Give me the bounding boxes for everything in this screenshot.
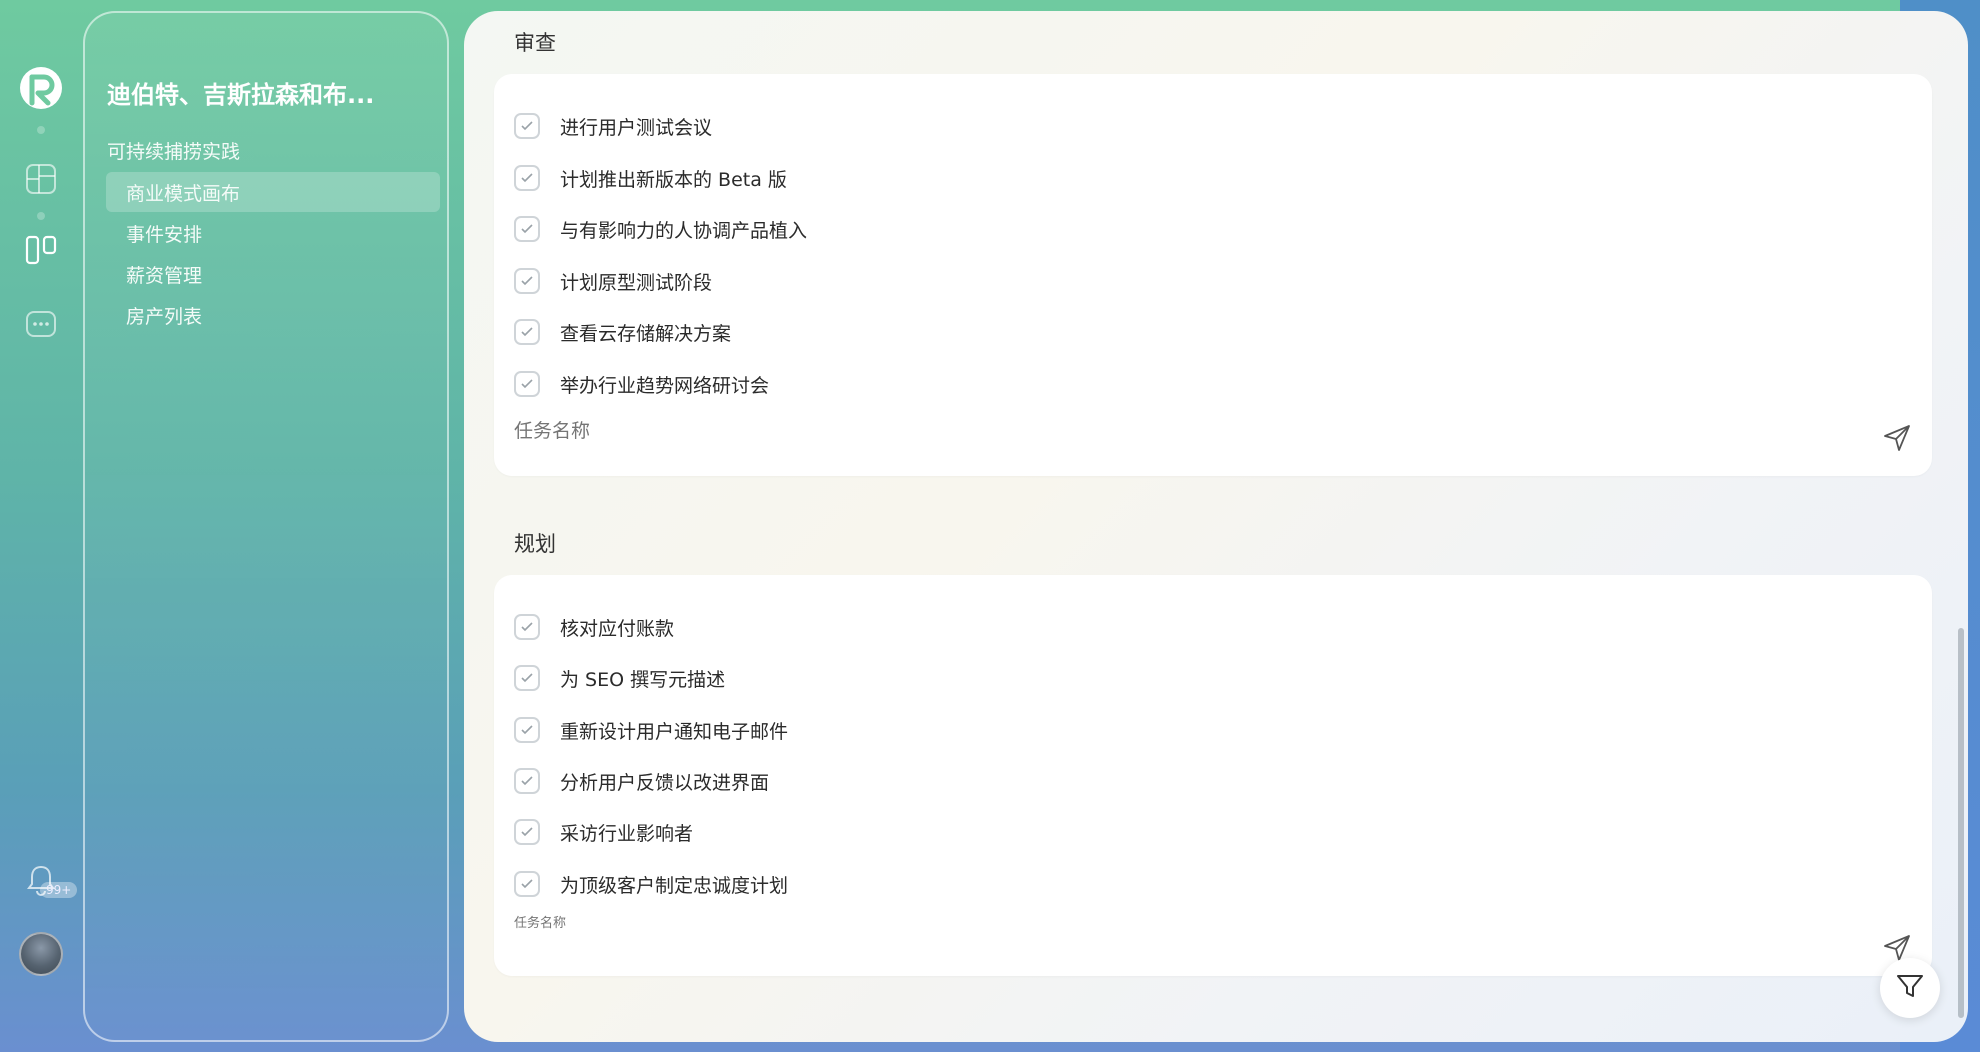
task-checkbox[interactable] <box>514 319 540 345</box>
task-item: 查看云存储解决方案 <box>514 317 731 347</box>
task-label: 进行用户测试会议 <box>560 116 713 139</box>
chat-icon[interactable] <box>17 300 65 348</box>
task-item: 与有影响力的人协调产品植入 <box>514 214 807 244</box>
send-icon[interactable] <box>1882 423 1914 455</box>
nav-item-business-model-canvas[interactable]: 商业模式画布 <box>106 172 440 212</box>
task-card-planning: 核对应付账款 为 SEO 撰写元描述 重新设计用户通知电子邮件 分析用户反馈以改… <box>494 575 1932 976</box>
task-checkbox[interactable] <box>514 165 540 191</box>
icon-rail: 99+ <box>0 0 82 1052</box>
filter-button[interactable] <box>1880 958 1940 1018</box>
task-item: 为 SEO 撰写元描述 <box>514 663 725 693</box>
task-label: 采访行业影响者 <box>560 822 694 845</box>
task-checkbox[interactable] <box>514 268 540 294</box>
task-label: 为 SEO 撰写元描述 <box>560 668 726 691</box>
task-label: 计划推出新版本的 Beta 版 <box>560 168 787 191</box>
task-item: 采访行业影响者 <box>514 817 693 847</box>
nav-item-payroll[interactable]: 薪资管理 <box>106 254 440 294</box>
task-item: 计划推出新版本的 Beta 版 <box>514 163 787 193</box>
task-label: 分析用户反馈以改进界面 <box>560 771 770 794</box>
task-checkbox[interactable] <box>514 819 540 845</box>
notification-badge: 99+ <box>40 882 78 898</box>
task-label: 计划原型测试阶段 <box>560 271 713 294</box>
task-item: 为顶级客户制定忠诚度计划 <box>514 869 788 899</box>
task-name-input[interactable] <box>514 421 1814 443</box>
task-checkbox[interactable] <box>514 371 540 397</box>
group-title-planning: 规划 <box>514 532 556 556</box>
nav-item-label: 薪资管理 <box>126 264 203 287</box>
logo-icon[interactable] <box>17 64 65 112</box>
task-checkbox[interactable] <box>514 614 540 640</box>
nav-item-label: 房产列表 <box>126 305 203 328</box>
task-checkbox[interactable] <box>514 717 540 743</box>
task-checkbox[interactable] <box>514 871 540 897</box>
project-nav-panel: 迪伯特、吉斯拉森和布... 可持续捕捞实践 商业模式画布 事件安排 薪资管理 房… <box>83 11 449 1042</box>
nav-item-event-schedule[interactable]: 事件安排 <box>106 213 440 253</box>
task-label: 重新设计用户通知电子邮件 <box>560 720 789 743</box>
task-checkbox[interactable] <box>514 113 540 139</box>
task-item: 重新设计用户通知电子邮件 <box>514 715 788 745</box>
task-label: 举办行业趋势网络研讨会 <box>560 374 770 397</box>
board-icon[interactable] <box>17 226 65 274</box>
task-label: 为顶级客户制定忠诚度计划 <box>560 874 789 897</box>
task-item: 举办行业趋势网络研讨会 <box>514 369 769 399</box>
nav-section-title[interactable]: 可持续捕捞实践 <box>107 137 240 164</box>
task-item: 进行用户测试会议 <box>514 111 712 141</box>
dashboard-icon[interactable] <box>17 155 65 203</box>
main-panel: 审查 进行用户测试会议 计划推出新版本的 Beta 版 与有影响力的人协调产品植… <box>464 11 1968 1042</box>
task-checkbox[interactable] <box>514 768 540 794</box>
task-checkbox[interactable] <box>514 216 540 242</box>
task-card-review: 进行用户测试会议 计划推出新版本的 Beta 版 与有影响力的人协调产品植入 计… <box>494 74 1932 476</box>
avatar[interactable] <box>19 932 63 976</box>
rail-indicator-dot <box>37 126 45 134</box>
group-title-review: 审查 <box>514 31 556 55</box>
task-label: 核对应付账款 <box>560 617 675 640</box>
project-title[interactable]: 迪伯特、吉斯拉森和布... <box>107 75 427 110</box>
nav-item-label: 商业模式画布 <box>126 182 241 205</box>
main-scrollbar[interactable] <box>1958 628 1964 1018</box>
task-label: 与有影响力的人协调产品植入 <box>560 219 808 242</box>
rail-indicator-dot <box>37 212 45 220</box>
nav-item-label: 事件安排 <box>126 223 203 246</box>
task-item: 计划原型测试阶段 <box>514 266 712 296</box>
task-name-input[interactable] <box>514 915 1814 930</box>
task-item: 核对应付账款 <box>514 612 674 642</box>
task-item: 分析用户反馈以改进界面 <box>514 766 769 796</box>
filter-icon <box>1895 971 1925 1005</box>
task-label: 查看云存储解决方案 <box>560 322 732 345</box>
task-checkbox[interactable] <box>514 665 540 691</box>
nav-item-property-list[interactable]: 房产列表 <box>106 295 440 335</box>
